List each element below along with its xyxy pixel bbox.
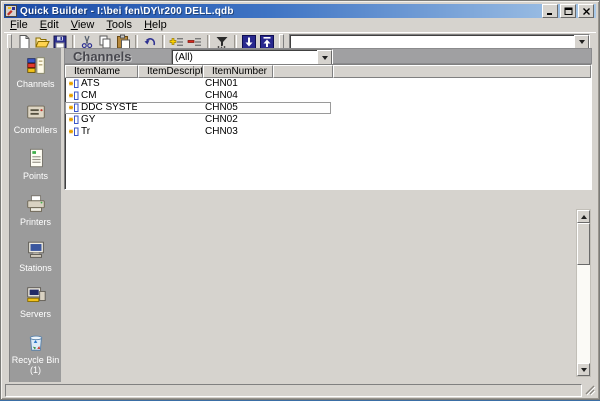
sidebar-item-printers[interactable]: Printers [10,193,61,239]
detail-pane [64,192,592,382]
sidebar-item-label: Stations [19,263,52,273]
resize-grip[interactable] [583,383,596,396]
scroll-up-button[interactable] [577,210,590,223]
column-header-itemnumber[interactable]: ItemNumber [203,65,273,78]
sidebar-item-label: Recycle Bin [12,355,60,365]
chevron-up-icon [581,215,587,219]
minimize-icon [546,7,555,16]
table-row[interactable]: CM CHN04 [65,90,591,102]
sidebar-item-recycle-bin[interactable]: Recycle Bin (1) [10,331,61,377]
cell-itemname: DDC SYSTEM [81,103,137,113]
cell-itemname: ATS [81,79,100,89]
cell-itemnumber: CHN05 [202,103,272,113]
sidebar-item-stations[interactable]: Stations [10,239,61,285]
chevron-down-icon [581,368,587,372]
channel-item-icon [68,127,79,137]
stations-icon [24,239,48,261]
toolbar-separator [207,35,210,49]
maximize-button[interactable] [560,4,576,18]
controllers-icon [24,101,48,123]
title-bar[interactable]: Quick Builder - I:\bei fen\DY\r200 DELL.… [4,4,596,18]
sidebar-item-controllers[interactable]: Controllers [10,101,61,147]
menu-edit[interactable]: Edit [34,19,65,32]
content-area: Channels Controllers Points Printers [4,48,596,382]
cell-itemnumber: CHN03 [202,127,272,137]
cell-itemnumber: CHN04 [202,91,272,101]
sidebar-item-badge: (1) [30,365,41,375]
scrollbar-thumb[interactable] [577,223,590,265]
points-icon [24,147,48,169]
sidebar-item-label: Controllers [14,125,58,135]
app-icon [5,5,17,17]
cell-itemnumber: CHN02 [202,115,272,125]
status-text [5,384,582,397]
chevron-down-icon [322,56,328,60]
menu-help[interactable]: Help [138,19,173,32]
sidebar-item-label: Printers [20,217,51,227]
channels-icon [24,55,48,77]
sidebar-item-label: Servers [20,309,51,319]
channel-item-icon [68,91,79,101]
maximize-icon [564,7,573,16]
quick-builder-window: Quick Builder - I:\bei fen\DY\r200 DELL.… [0,0,600,400]
window-title: Quick Builder - I:\bei fen\DY\r200 DELL.… [20,6,234,17]
channel-item-icon [68,79,79,89]
table-row[interactable]: GY CHN02 [65,114,591,126]
column-header-empty[interactable] [273,65,333,78]
filter-combobox-value: (All) [172,52,317,63]
table-header: ItemName ItemDescription ItemNumber [65,65,591,78]
cell-itemname: Tr [81,127,90,137]
sidebar-item-label: Points [23,171,48,181]
table-row[interactable]: ATS CHN01 [65,78,591,90]
sidebar-item-points[interactable]: Points [10,147,61,193]
main-pane: Channels (All) ItemName ItemDescription … [64,48,592,382]
cell-itemnumber: CHN01 [202,79,272,89]
column-header-itemname[interactable]: ItemName [65,65,138,78]
cell-itemname: CM [81,91,97,101]
scroll-down-button[interactable] [577,363,590,376]
channel-item-icon [68,103,79,113]
chevron-down-icon [579,40,585,44]
toolbar-separator [72,35,75,49]
sidebar: Channels Controllers Points Printers [9,48,61,382]
vertical-scrollbar[interactable] [576,209,591,377]
printers-icon [24,193,48,215]
close-icon [582,7,591,16]
page-title: Channels [73,49,132,64]
toolbar-separator [162,35,165,49]
toolbar-separator [135,35,138,49]
menu-tools[interactable]: Tools [100,19,138,32]
column-header-filler [333,65,591,78]
table-row[interactable]: Tr CHN03 [65,126,591,138]
channel-item-icon [68,115,79,125]
menu-file[interactable]: File [4,19,34,32]
channels-list: ItemName ItemDescription ItemNumber ATS … [64,64,592,190]
recycle-bin-icon [24,331,48,353]
filter-combobox-dropdown-button[interactable] [317,50,332,65]
table-row-focused[interactable]: DDC SYSTEM CHN05 [65,102,591,114]
status-bar [4,383,596,396]
sidebar-item-servers[interactable]: Servers [10,285,61,331]
column-header-itemdescription[interactable]: ItemDescription [138,65,203,78]
toolbar-separator [234,35,237,49]
minimize-button[interactable] [542,4,558,18]
cell-itemname: GY [81,115,95,125]
menu-bar: File Edit View Tools Help [4,19,596,32]
sidebar-item-label: Channels [16,79,54,89]
close-button[interactable] [578,4,594,18]
menu-view[interactable]: View [65,19,101,32]
sidebar-item-channels[interactable]: Channels [10,55,61,101]
servers-icon [24,285,48,307]
